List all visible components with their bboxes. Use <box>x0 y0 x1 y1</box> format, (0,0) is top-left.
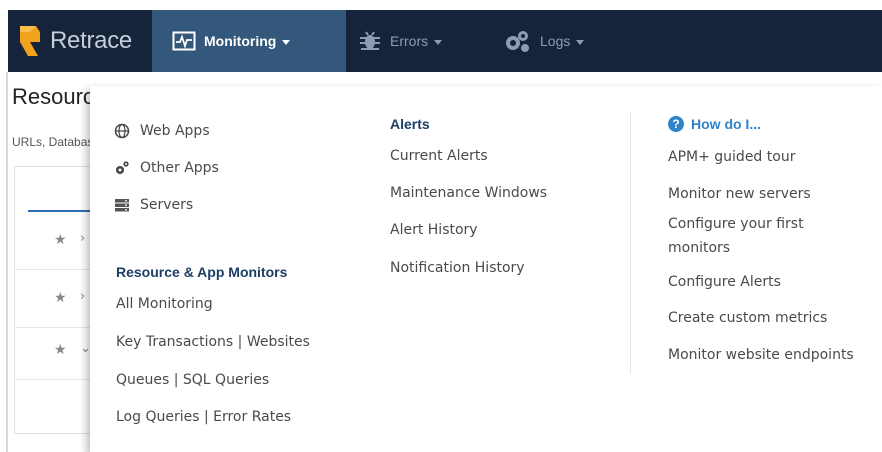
how-do-i-heading[interactable]: ? How do I... <box>668 116 761 132</box>
star-icon[interactable]: ★ <box>54 342 67 358</box>
menu-item-configure-first-monitors-cont[interactable]: monitors <box>668 240 730 256</box>
gears-icon <box>116 161 129 174</box>
question-circle-icon: ? <box>668 116 684 132</box>
menu-item-custom-metrics[interactable]: Create custom metrics <box>668 310 827 326</box>
menu-item-configure-alerts[interactable]: Configure Alerts <box>668 274 781 290</box>
top-nav-bar: Retrace Monitoring Errors Logs <box>8 10 882 72</box>
menu-item-label: Servers <box>140 197 194 213</box>
nav-logs[interactable]: Logs <box>502 10 622 72</box>
brand-name: Retrace <box>50 27 132 54</box>
menu-item-current-alerts[interactable]: Current Alerts <box>390 148 488 164</box>
bug-icon <box>360 31 380 50</box>
table-row[interactable]: ★ › <box>14 212 94 270</box>
nav-monitoring-label: Monitoring <box>204 33 277 49</box>
retrace-logo-icon <box>20 26 40 56</box>
page-subtitle: URLs, Databases <box>12 135 90 149</box>
menu-item-queues[interactable]: Queues | SQL Queries <box>116 372 269 388</box>
alerts-heading: Alerts <box>390 116 430 132</box>
table-row[interactable]: ★ › <box>14 270 94 328</box>
how-do-i-label: How do I... <box>691 116 761 132</box>
monitoring-dropdown-menu: Web Apps Other Apps Servers Resource & A… <box>90 86 882 452</box>
menu-item-alert-history[interactable]: Alert History <box>390 222 478 238</box>
star-icon[interactable]: ★ <box>54 290 67 306</box>
menu-item-log-queries[interactable]: Log Queries | Error Rates <box>116 409 291 425</box>
nav-logs-label: Logs <box>540 33 571 49</box>
left-border <box>6 72 8 452</box>
menu-item-monitor-new-servers[interactable]: Monitor new servers <box>668 186 811 202</box>
app-window: Retrace Monitoring Errors Logs Resourc U… <box>0 0 882 452</box>
menu-item-website-endpoints[interactable]: Monitor website endpoints <box>668 347 854 363</box>
column-divider <box>630 112 631 374</box>
chevron-down-icon <box>434 39 443 45</box>
nav-monitoring[interactable]: Monitoring <box>152 10 346 72</box>
menu-item-notification-history[interactable]: Notification History <box>390 260 525 276</box>
menu-item-web-apps[interactable]: Web Apps <box>114 123 210 139</box>
heartbeat-monitor-icon <box>172 31 196 51</box>
menu-item-servers[interactable]: Servers <box>114 197 193 213</box>
chevron-down-icon <box>282 39 291 45</box>
menu-item-all-monitoring[interactable]: All Monitoring <box>116 296 213 312</box>
menu-item-guided-tour[interactable]: APM+ guided tour <box>668 149 795 165</box>
chevron-right-icon[interactable]: › <box>80 289 85 304</box>
table-row[interactable]: ★ ⌄ <box>14 322 94 380</box>
resource-monitors-heading: Resource & App Monitors <box>116 264 288 280</box>
brand[interactable]: Retrace <box>8 10 152 72</box>
nav-errors-label: Errors <box>390 33 429 49</box>
globe-icon <box>114 123 130 139</box>
server-icon <box>115 199 129 212</box>
page-title: Resources <box>12 84 90 109</box>
star-icon[interactable]: ★ <box>54 232 67 248</box>
chevron-down-icon <box>576 39 585 45</box>
menu-item-configure-first-monitors[interactable]: Configure your first <box>668 216 804 232</box>
menu-item-label: Web Apps <box>140 123 210 139</box>
chevron-right-icon[interactable]: › <box>80 231 85 246</box>
nav-errors[interactable]: Errors <box>358 10 488 72</box>
menu-item-label: Other Apps <box>140 160 219 176</box>
menu-item-other-apps[interactable]: Other Apps <box>114 160 219 176</box>
menu-item-key-transactions[interactable]: Key Transactions | Websites <box>116 334 310 350</box>
menu-item-maintenance-windows[interactable]: Maintenance Windows <box>390 185 547 201</box>
logs-gears-icon <box>506 31 529 52</box>
